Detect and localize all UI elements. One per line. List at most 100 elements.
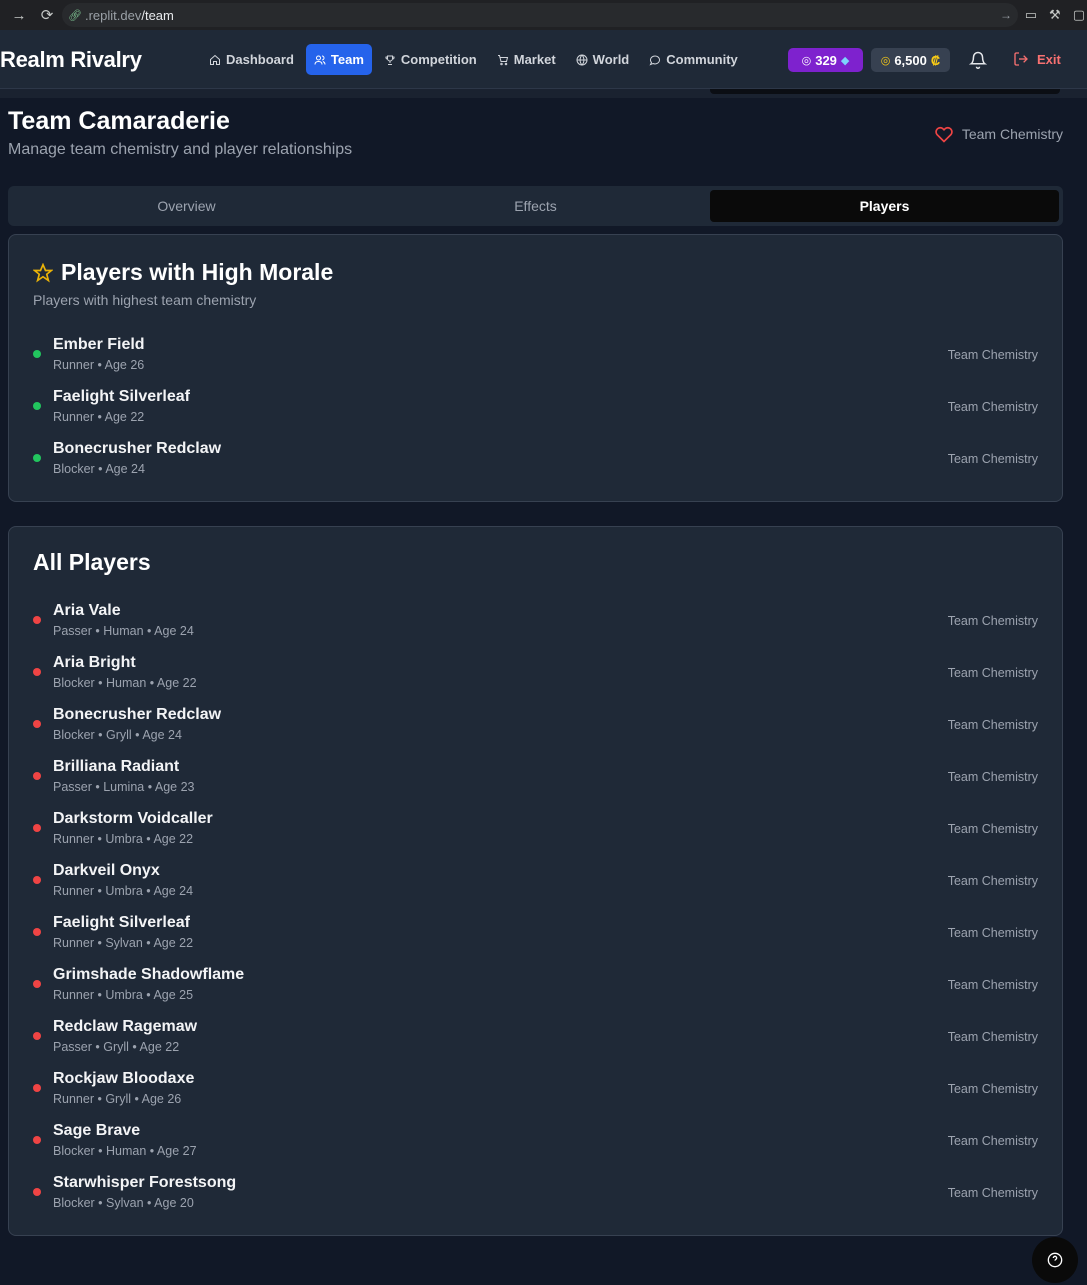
nav-competition[interactable]: Competition — [376, 44, 485, 75]
player-name[interactable]: Rockjaw Bloodaxe — [53, 1070, 194, 1088]
player-row[interactable]: Aria Bright Blocker • Human • Age 22 Team … — [33, 654, 1038, 706]
player-row[interactable]: Bonecrusher Redclaw Blocker • Gryll • Age… — [33, 706, 1038, 758]
heart-icon — [935, 126, 953, 143]
nav-market-label: Market — [513, 52, 556, 67]
player-name[interactable]: Brilliana Radiant — [53, 758, 179, 776]
nav-market[interactable]: Market — [489, 44, 564, 75]
player-name[interactable]: Redclaw Ragemaw — [53, 1018, 197, 1036]
nav-competition-label: Competition — [400, 52, 477, 67]
tab-overview[interactable]: Overview — [12, 190, 361, 222]
player-row[interactable]: Bonecrusher Redclaw Blocker • Age 24 Team … — [33, 440, 1038, 492]
player-row[interactable]: Darkstorm Voidcaller Runner • Umbra • Age… — [33, 810, 1038, 862]
player-name[interactable]: Bonecrusher Redclaw — [53, 706, 221, 724]
player-row[interactable]: Aria Vale Passer • Human • Age 24 Team Che… — [33, 602, 1038, 654]
player-row[interactable]: Grimshade Shadowflame Runner • Umbra • Ag… — [33, 966, 1038, 1018]
nav-dashboard[interactable]: Dashboard — [201, 44, 302, 75]
all-players-list: Aria Vale Passer • Human • Age 24 Team Che… — [33, 602, 1038, 1226]
coins-badge[interactable]: ◎ 6,500 ₡ — [871, 48, 950, 72]
player-meta: Runner • Umbra • Age 22 — [53, 832, 194, 846]
morale-status-dot — [33, 772, 41, 780]
users-icon — [314, 55, 326, 65]
gem-icon: ◆ — [840, 54, 850, 67]
player-row[interactable]: Redclaw Ragemaw Passer • Gryll • Age 22 Te… — [33, 1018, 1038, 1070]
credit-symbol: ₡ — [930, 52, 941, 68]
player-meta: Runner • Age 26 — [53, 358, 145, 372]
help-button[interactable] — [1032, 1237, 1078, 1283]
external-icon[interactable]: ▢ — [1073, 7, 1085, 23]
team-chemistry-tag: Team Chemistry — [947, 718, 1038, 732]
tab-effects[interactable]: Effects — [361, 190, 710, 222]
high-morale-list: Ember Field Runner • Age 26 Team Chemistry… — [33, 336, 1038, 492]
nav-community[interactable]: Community — [641, 44, 746, 75]
morale-status-dot — [33, 876, 41, 884]
brand-logo[interactable]: Realm Rivalry — [0, 47, 142, 73]
player-meta: Runner • Sylvan • Age 22 — [53, 936, 194, 950]
player-row[interactable]: Ember Field Runner • Age 26 Team Chemistry — [33, 336, 1038, 388]
team-chemistry-tag: Team Chemistry — [947, 452, 1038, 466]
tab-players[interactable]: Players — [710, 190, 1059, 222]
morale-status-dot — [33, 668, 41, 676]
player-name[interactable]: Ember Field — [53, 336, 145, 354]
gems-badge[interactable]: ◎ 329 ◆ — [788, 48, 863, 72]
bell-icon[interactable] — [969, 51, 987, 69]
player-meta: Blocker • Human • Age 27 — [53, 1144, 197, 1158]
exit-button[interactable]: Exit — [1013, 51, 1061, 67]
coins-value: 6,500 — [894, 52, 927, 68]
nav-world-label: World — [592, 52, 630, 67]
high-morale-title-text: Players with High Morale — [61, 259, 334, 285]
player-name[interactable]: Aria Vale — [53, 602, 121, 620]
tab-list: Overview Effects Players — [8, 186, 1063, 226]
player-row[interactable]: Faelight Silverleaf Runner • Age 22 Team C… — [33, 388, 1038, 440]
high-morale-subtitle: Players with highest team chemistry — [33, 292, 257, 308]
go-arrow-icon[interactable]: → — [1000, 8, 1012, 22]
url-path: /team — [141, 7, 174, 23]
logout-icon — [1014, 52, 1028, 66]
player-name[interactable]: Sage Brave — [53, 1122, 140, 1140]
url-host: .replit.dev — [84, 7, 142, 23]
team-chemistry-tag: Team Chemistry — [947, 666, 1038, 680]
team-chemistry-tag: Team Chemistry — [947, 1082, 1038, 1096]
link-icon: 🔗︎ — [68, 9, 82, 22]
team-chemistry-label: Team Chemistry — [961, 126, 1063, 142]
player-name[interactable]: Darkstorm Voidcaller — [53, 810, 213, 828]
help-icon — [1047, 1252, 1063, 1268]
player-name[interactable]: Darkveil Onyx — [53, 862, 160, 880]
player-name[interactable]: Starwhisper Forestsong — [53, 1174, 236, 1192]
exit-label: Exit — [1037, 51, 1061, 67]
nav-team[interactable]: Team — [305, 44, 372, 75]
player-row[interactable]: Darkveil Onyx Runner • Umbra • Age 24 Team… — [33, 862, 1038, 914]
player-row[interactable]: Faelight Silverleaf Runner • Sylvan • Age… — [33, 914, 1038, 966]
player-name[interactable]: Bonecrusher Redclaw — [53, 440, 221, 458]
player-row[interactable]: Rockjaw Bloodaxe Runner • Gryll • Age 26 T… — [33, 1070, 1038, 1122]
morale-status-dot — [33, 980, 41, 988]
monitor-icon[interactable]: ▭ — [1025, 7, 1037, 23]
morale-status-dot — [33, 824, 41, 832]
player-name[interactable]: Faelight Silverleaf — [53, 388, 190, 406]
star-icon — [33, 262, 53, 282]
morale-status-dot — [33, 720, 41, 728]
nav-world[interactable]: World — [568, 44, 638, 75]
player-row[interactable]: Sage Brave Blocker • Human • Age 27 Team C… — [33, 1122, 1038, 1174]
player-name[interactable]: Aria Bright — [53, 654, 136, 672]
player-name[interactable]: Faelight Silverleaf — [53, 914, 190, 932]
player-meta: Runner • Umbra • Age 25 — [53, 988, 194, 1002]
wrench-icon[interactable]: ⚒ — [1049, 7, 1061, 23]
player-row[interactable]: Brilliana Radiant Passer • Lumina • Age 2… — [33, 758, 1038, 810]
team-chemistry-tag: Team Chemistry — [947, 874, 1038, 888]
player-row[interactable]: Starwhisper Forestsong Blocker • Sylvan •… — [33, 1174, 1038, 1226]
morale-status-dot — [33, 402, 41, 410]
all-players-title: All Players — [33, 549, 151, 575]
address-bar[interactable]: 🔗︎ .replit.dev /team → — [62, 3, 1018, 27]
team-chemistry-tag: Team Chemistry — [947, 926, 1038, 940]
player-meta: Passer • Lumina • Age 23 — [53, 780, 195, 794]
team-chemistry-tag: Team Chemistry — [947, 770, 1038, 784]
globe-icon — [576, 54, 588, 66]
team-chemistry-tag: Team Chemistry — [947, 1134, 1038, 1148]
morale-status-dot — [33, 616, 41, 624]
player-name[interactable]: Grimshade Shadowflame — [53, 966, 244, 984]
reload-icon[interactable]: ⟳ — [33, 0, 61, 30]
high-morale-card: Players with High Morale Players with hi… — [8, 234, 1063, 502]
scrolled-content-edge — [0, 89, 1087, 98]
forward-arrow-icon[interactable]: → — [5, 0, 33, 30]
team-chemistry-tag: Team Chemistry — [947, 822, 1038, 836]
